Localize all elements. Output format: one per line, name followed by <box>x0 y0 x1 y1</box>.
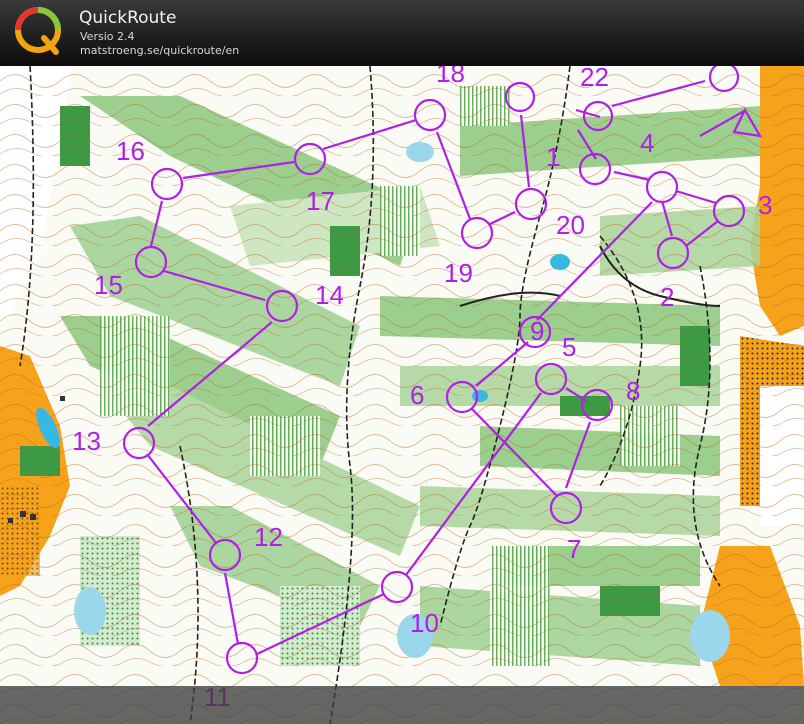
control-label-2: 2 <box>660 282 674 312</box>
orienteering-map[interactable]: 1 2 3 4 5 6 7 8 9 10 11 12 13 14 15 16 1… <box>0 66 804 724</box>
control-label-7: 7 <box>567 534 581 564</box>
control-label-20: 20 <box>556 210 585 240</box>
control-label-8: 8 <box>626 376 640 406</box>
app-url: matstroeng.se/quickroute/en <box>80 44 240 57</box>
control-label-12: 12 <box>254 522 283 552</box>
control-label-3: 3 <box>758 190 772 220</box>
control-label-22: 22 <box>580 66 609 92</box>
control-label-16: 16 <box>116 136 145 166</box>
quickroute-logo-icon <box>15 7 61 55</box>
app-header: QuickRoute Versio 2.4 matstroeng.se/quic… <box>0 0 804 66</box>
control-label-17: 17 <box>306 186 335 216</box>
control-label-15: 15 <box>94 270 123 300</box>
control-label-18: 18 <box>436 66 465 88</box>
control-label-6: 6 <box>410 380 424 410</box>
control-label-14: 14 <box>315 280 344 310</box>
control-label-10: 10 <box>410 608 439 638</box>
map-footer-bar <box>0 686 804 724</box>
app-version: Versio 2.4 <box>80 30 135 43</box>
control-label-19: 19 <box>444 258 473 288</box>
map-canvas: 1 2 3 4 5 6 7 8 9 10 11 12 13 14 15 16 1… <box>0 66 804 724</box>
control-label-9: 9 <box>530 316 544 346</box>
control-label-1: 1 <box>546 142 560 172</box>
control-label-13: 13 <box>72 426 101 456</box>
app-title: QuickRoute <box>79 8 177 28</box>
control-label-4: 4 <box>640 128 654 158</box>
control-label-5: 5 <box>562 332 576 362</box>
